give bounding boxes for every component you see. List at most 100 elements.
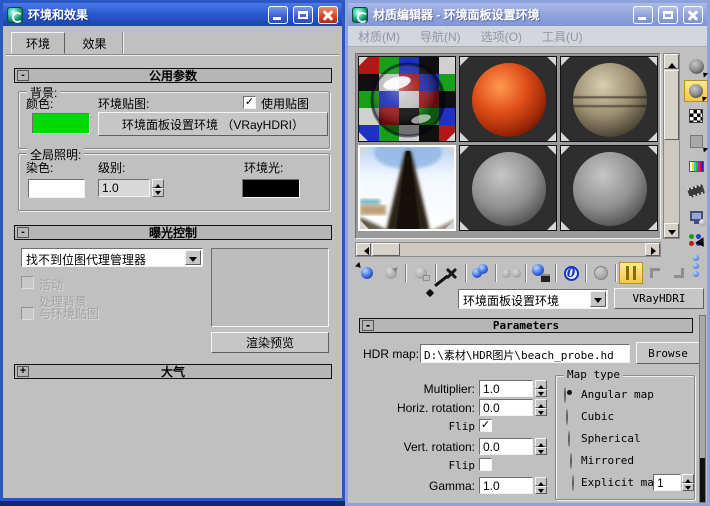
- pick-material-button[interactable]: [434, 289, 454, 309]
- gamma-field[interactable]: 1.0: [479, 477, 533, 494]
- combo-dropdown-icon[interactable]: [185, 250, 201, 265]
- tint-color-swatch[interactable]: [28, 179, 85, 198]
- sample-slot-5[interactable]: [459, 145, 557, 231]
- minimize-button[interactable]: [268, 6, 288, 24]
- scroll-left-button[interactable]: [356, 243, 371, 256]
- material-type-button[interactable]: VRayHDRI: [614, 288, 704, 309]
- menu-options[interactable]: 选项(O): [481, 28, 522, 45]
- mirrored-radio[interactable]: [570, 453, 572, 469]
- sample-uv-tiling-button[interactable]: [684, 130, 708, 152]
- process-bg-checkbox[interactable]: [21, 307, 34, 320]
- collapse-minus-icon[interactable]: -: [17, 70, 29, 81]
- spinner-down-icon[interactable]: [535, 447, 547, 456]
- make-unique-button[interactable]: [499, 262, 523, 284]
- scrollbar-thumb[interactable]: [372, 243, 400, 256]
- env-window-titlebar[interactable]: 环境和效果: [3, 3, 342, 26]
- spherical-radio[interactable]: [568, 431, 570, 447]
- slots-vertical-scrollbar[interactable]: [663, 53, 680, 239]
- background-color-swatch[interactable]: [32, 113, 90, 134]
- material-name-combo[interactable]: 环境面板设置环境: [458, 289, 608, 309]
- collapse-minus-icon[interactable]: -: [362, 320, 374, 331]
- scroll-down-button[interactable]: [664, 223, 679, 238]
- tab-effects[interactable]: 效果: [67, 32, 123, 54]
- sample-slot-2[interactable]: [459, 56, 557, 142]
- rollout-atmosphere[interactable]: + 大气: [14, 364, 332, 379]
- cubic-radio[interactable]: [566, 409, 568, 425]
- make-preview-button[interactable]: [684, 180, 708, 202]
- sample-slot-1[interactable]: [358, 56, 456, 142]
- sample-slot-6[interactable]: [560, 145, 658, 231]
- combo-dropdown-icon[interactable]: [590, 291, 606, 307]
- level-field[interactable]: 1.0: [98, 179, 150, 197]
- maximize-button[interactable]: [293, 6, 313, 24]
- show-end-result-button[interactable]: [619, 262, 643, 284]
- close-button[interactable]: [318, 6, 338, 24]
- scroll-right-button[interactable]: [645, 243, 660, 256]
- get-material-button[interactable]: [355, 262, 379, 284]
- rollout-parameters[interactable]: - Parameters: [359, 318, 693, 333]
- background-button[interactable]: [684, 105, 708, 127]
- explicit-map-radio[interactable]: [572, 475, 574, 491]
- rollout-exposure-control[interactable]: - 曝光控制: [14, 225, 332, 240]
- flip-v-checkbox[interactable]: [479, 458, 492, 471]
- spinner-up-icon[interactable]: [535, 399, 547, 408]
- spinner-down-icon[interactable]: [682, 483, 694, 492]
- ambient-color-swatch[interactable]: [242, 179, 300, 198]
- spinner-down-icon[interactable]: [535, 389, 547, 398]
- use-map-checkbox[interactable]: ✓: [243, 96, 256, 109]
- menu-utilities[interactable]: 工具(U): [542, 28, 583, 45]
- vert-rotation-spinner[interactable]: [535, 438, 547, 455]
- spinner-down-icon[interactable]: [535, 486, 547, 495]
- put-to-library-button[interactable]: [529, 262, 553, 284]
- tab-environment[interactable]: 环境: [11, 32, 65, 54]
- video-color-check-button[interactable]: [684, 155, 708, 177]
- minimize-button[interactable]: [633, 6, 653, 24]
- spinner-up-icon[interactable]: [535, 477, 547, 486]
- explicit-map-spinner[interactable]: [682, 474, 694, 491]
- horiz-rotation-spinner[interactable]: [535, 399, 547, 416]
- sample-slot-3[interactable]: [560, 56, 658, 142]
- make-material-copy-button[interactable]: [469, 262, 493, 284]
- menu-navigation[interactable]: 导航(N): [420, 28, 461, 45]
- vert-rotation-field[interactable]: 0.0: [479, 438, 533, 455]
- put-material-to-scene-button[interactable]: [379, 262, 403, 284]
- select-by-material-button[interactable]: [684, 230, 708, 252]
- spinner-up-icon[interactable]: [682, 474, 694, 483]
- spinner-up-icon[interactable]: [535, 380, 547, 389]
- spinner-down-icon[interactable]: [152, 188, 164, 197]
- collapse-plus-icon[interactable]: +: [17, 366, 29, 377]
- hdr-map-field[interactable]: D:\素材\HDR图片\beach_probe.hd: [420, 344, 630, 363]
- backlight-button[interactable]: [684, 80, 708, 102]
- mtl-window-titlebar[interactable]: 材质编辑器 - 环境面板设置环境: [348, 3, 707, 26]
- spinner-up-icon[interactable]: [152, 179, 164, 188]
- flip-h-checkbox[interactable]: ✓: [479, 419, 492, 432]
- active-checkbox[interactable]: [21, 276, 34, 289]
- collapse-minus-icon[interactable]: -: [17, 227, 29, 238]
- go-to-parent-button[interactable]: [643, 262, 667, 284]
- sample-slot-4-active[interactable]: [358, 145, 456, 231]
- angular-map-radio[interactable]: [564, 387, 566, 403]
- close-button[interactable]: [683, 6, 703, 24]
- show-map-in-viewport-button[interactable]: [589, 262, 613, 284]
- go-forward-sibling-button[interactable]: [667, 262, 691, 284]
- render-preview-button[interactable]: 渲染预览: [211, 332, 329, 353]
- slots-horizontal-scrollbar[interactable]: [355, 242, 661, 257]
- sample-type-button[interactable]: [684, 55, 708, 77]
- material-id-channel-button[interactable]: 0: [559, 262, 583, 284]
- multiplier-field[interactable]: 1.0: [479, 380, 533, 397]
- scroll-up-button[interactable]: [664, 54, 679, 69]
- assign-material-button[interactable]: [409, 262, 433, 284]
- environment-map-button[interactable]: 环境面板设置环境 （VRayHDRI）: [98, 112, 328, 136]
- spinner-down-icon[interactable]: [535, 408, 547, 417]
- scrollbar-thumb[interactable]: [700, 458, 705, 502]
- level-spinner[interactable]: [152, 179, 164, 197]
- parameters-scrollbar[interactable]: [699, 315, 706, 503]
- explicit-map-field[interactable]: 1: [653, 474, 681, 491]
- spinner-up-icon[interactable]: [535, 438, 547, 447]
- multiplier-spinner[interactable]: [535, 380, 547, 397]
- horiz-rotation-field[interactable]: 0.0: [479, 399, 533, 416]
- scrollbar-thumb[interactable]: [664, 70, 679, 140]
- gamma-spinner[interactable]: [535, 477, 547, 494]
- maximize-button[interactable]: [658, 6, 678, 24]
- browse-button[interactable]: Browse: [636, 342, 700, 364]
